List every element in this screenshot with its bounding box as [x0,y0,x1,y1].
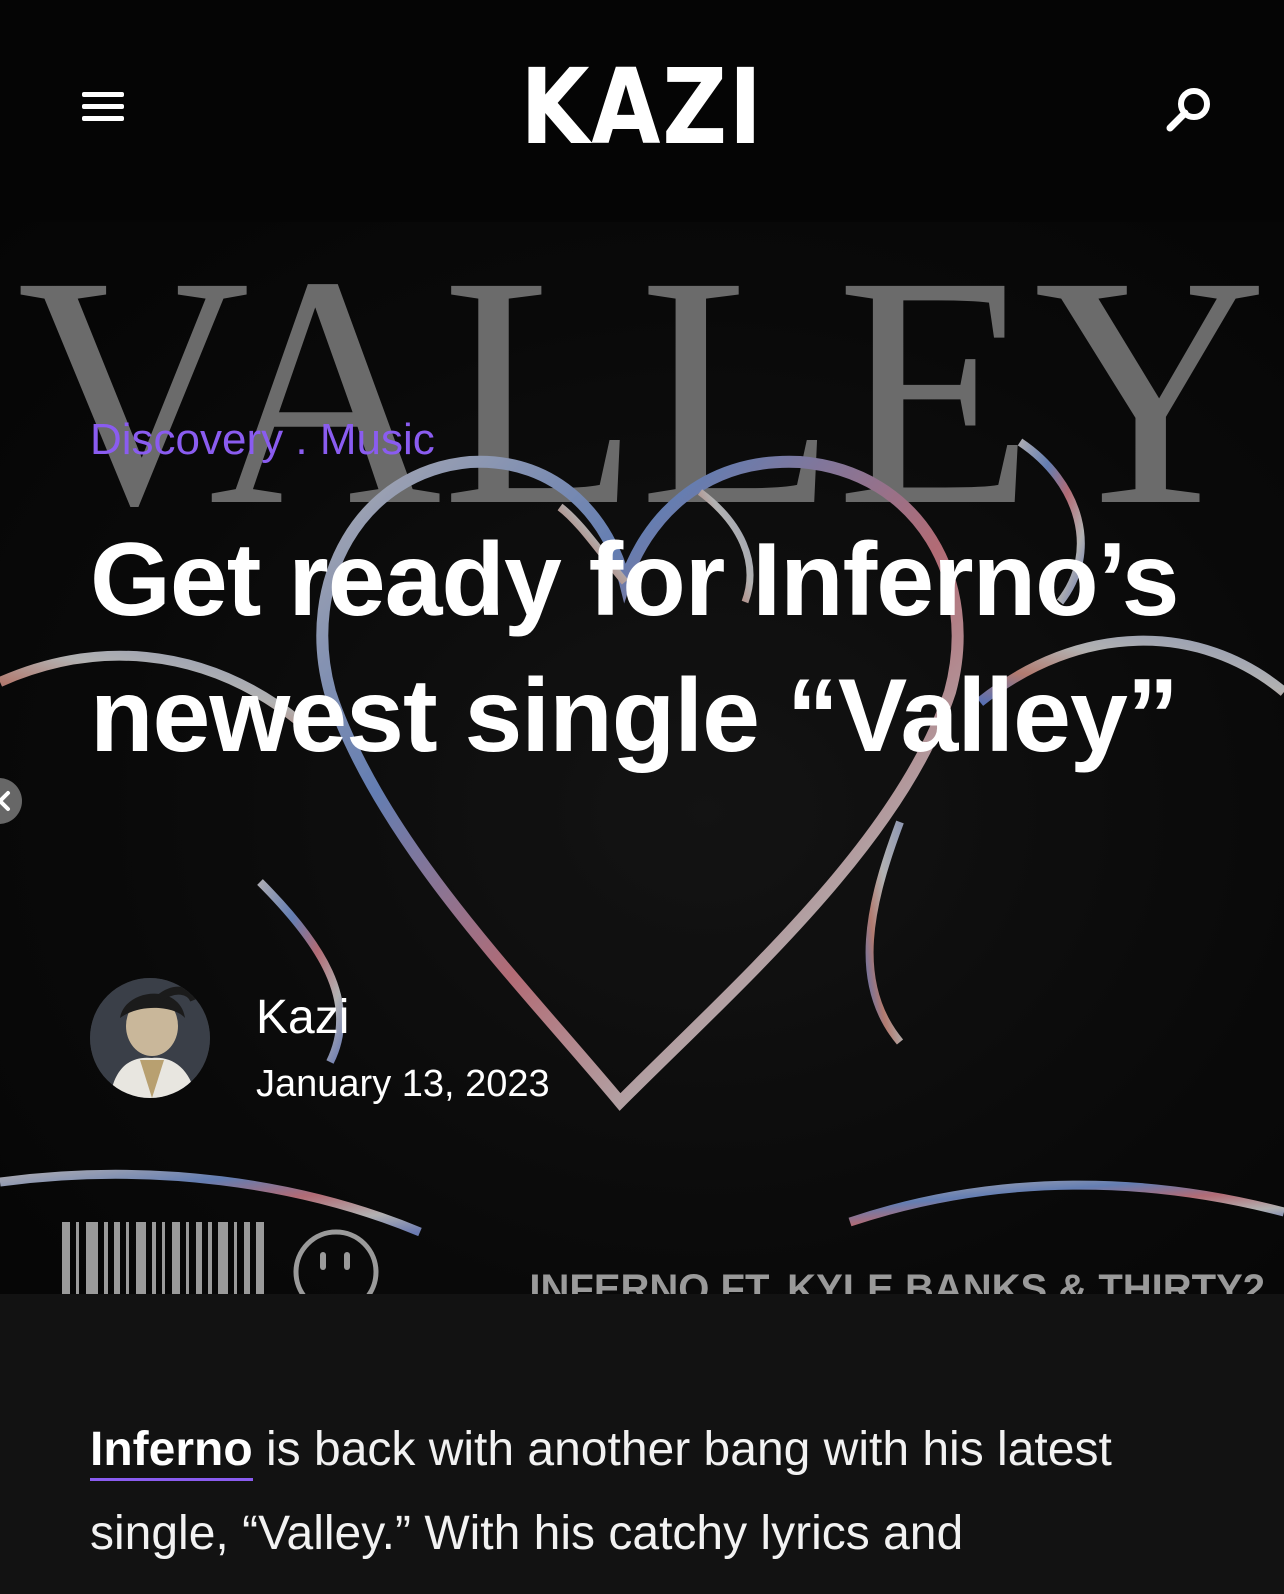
avatar-image [90,978,210,1098]
post-date: January 13, 2023 [256,1063,550,1105]
site-header: KAZI [0,0,1284,222]
artist-link[interactable]: Inferno [90,1423,253,1481]
chevron-left-icon [0,791,10,811]
author-avatar[interactable] [90,978,210,1098]
article-paragraph: Inferno is back with another bang with h… [90,1408,1220,1576]
search-button[interactable] [1160,80,1220,140]
search-icon [1166,88,1210,132]
hero-banner: VALLEY INFERNO FT. KYLE BANKS & THIRTY2 … [0,222,1284,1294]
post-title: Get ready for Inferno’s newest single “V… [90,522,1180,774]
site-logo[interactable]: KAZI [90,52,1194,162]
post-category[interactable]: Discovery . Music [90,412,435,468]
author-name[interactable]: Kazi [256,990,349,1046]
previous-post-button[interactable] [0,778,22,824]
